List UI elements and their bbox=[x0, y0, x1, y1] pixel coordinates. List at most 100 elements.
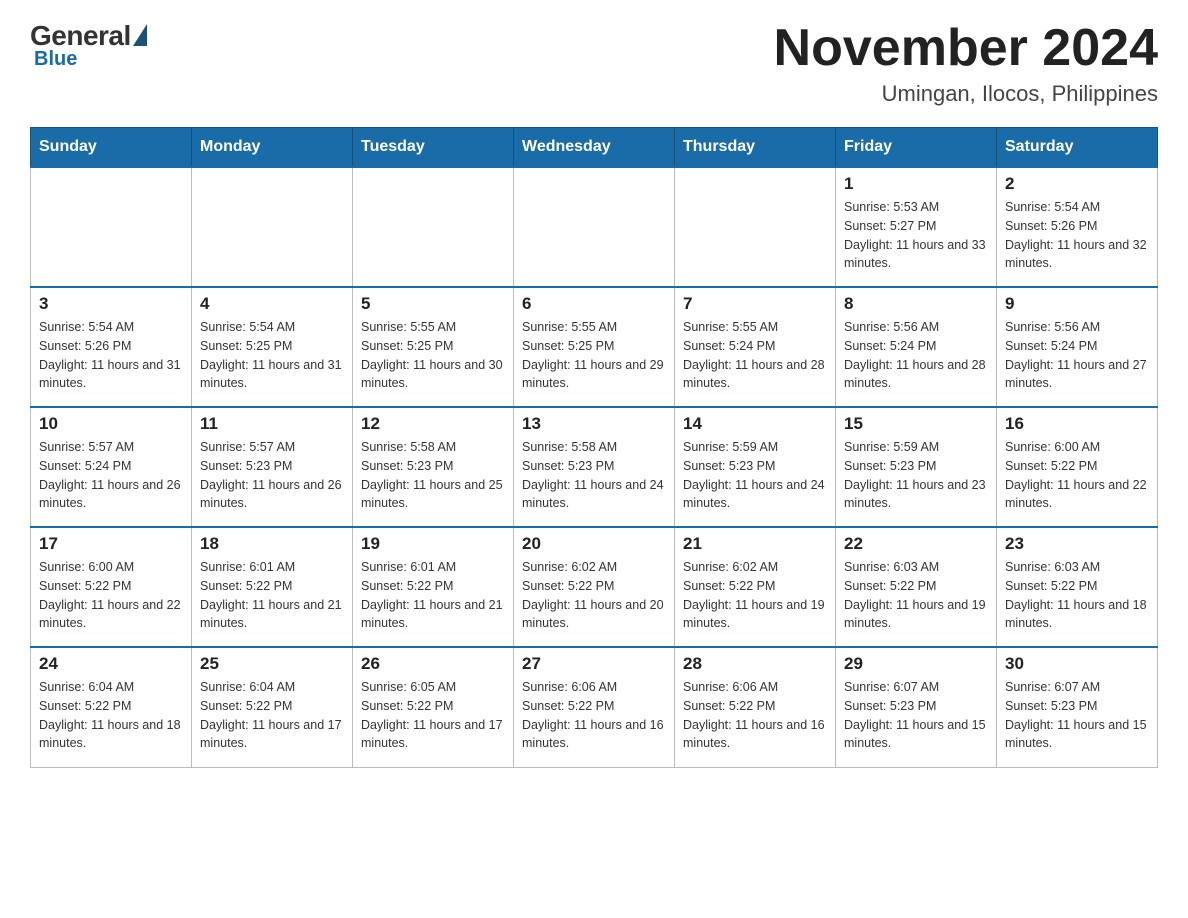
day-info: Sunrise: 6:00 AMSunset: 5:22 PMDaylight:… bbox=[1005, 438, 1149, 513]
calendar-cell: 1 Sunrise: 5:53 AMSunset: 5:27 PMDaylight… bbox=[836, 167, 997, 287]
calendar-cell: 21 Sunrise: 6:02 AMSunset: 5:22 PMDayligh… bbox=[675, 527, 836, 647]
weekday-header-row: SundayMondayTuesdayWednesdayThursdayFrid… bbox=[31, 128, 1158, 168]
calendar-cell: 25 Sunrise: 6:04 AMSunset: 5:22 PMDayligh… bbox=[192, 647, 353, 767]
calendar-cell: 2 Sunrise: 5:54 AMSunset: 5:26 PMDaylight… bbox=[997, 167, 1158, 287]
day-info: Sunrise: 6:05 AMSunset: 5:22 PMDaylight:… bbox=[361, 678, 505, 753]
calendar-header: SundayMondayTuesdayWednesdayThursdayFrid… bbox=[31, 128, 1158, 168]
calendar-cell: 27Sunrise: 6:06 AMSunset: 5:22 PMDayligh… bbox=[514, 647, 675, 767]
calendar-cell bbox=[192, 167, 353, 287]
day-number: 27 bbox=[522, 654, 666, 674]
calendar-cell: 9Sunrise: 5:56 AMSunset: 5:24 PMDaylight… bbox=[997, 287, 1158, 407]
calendar-cell bbox=[675, 167, 836, 287]
day-info: Sunrise: 5:55 AMSunset: 5:25 PMDaylight:… bbox=[361, 318, 505, 393]
calendar-cell: 10 Sunrise: 5:57 AMSunset: 5:24 PMDayligh… bbox=[31, 407, 192, 527]
day-info: Sunrise: 6:04 AMSunset: 5:22 PMDaylight:… bbox=[200, 678, 344, 753]
day-number: 3 bbox=[39, 294, 183, 314]
weekday-header-saturday: Saturday bbox=[997, 128, 1158, 168]
day-number: 6 bbox=[522, 294, 666, 314]
calendar-week-row: 3 Sunrise: 5:54 AMSunset: 5:26 PMDaylight… bbox=[31, 287, 1158, 407]
calendar-cell: 5 Sunrise: 5:55 AMSunset: 5:25 PMDaylight… bbox=[353, 287, 514, 407]
day-info: Sunrise: 5:54 AMSunset: 5:25 PMDaylight:… bbox=[200, 318, 344, 393]
day-number: 30 bbox=[1005, 654, 1149, 674]
day-number: 28 bbox=[683, 654, 827, 674]
calendar-body: 1 Sunrise: 5:53 AMSunset: 5:27 PMDaylight… bbox=[31, 167, 1158, 767]
calendar-cell: 3 Sunrise: 5:54 AMSunset: 5:26 PMDaylight… bbox=[31, 287, 192, 407]
day-number: 8 bbox=[844, 294, 988, 314]
day-number: 4 bbox=[200, 294, 344, 314]
day-info: Sunrise: 5:57 AMSunset: 5:23 PMDaylight:… bbox=[200, 438, 344, 513]
calendar-cell: 23Sunrise: 6:03 AMSunset: 5:22 PMDayligh… bbox=[997, 527, 1158, 647]
day-info: Sunrise: 5:58 AMSunset: 5:23 PMDaylight:… bbox=[522, 438, 666, 513]
calendar-cell: 29 Sunrise: 6:07 AMSunset: 5:23 PMDayligh… bbox=[836, 647, 997, 767]
calendar-cell bbox=[514, 167, 675, 287]
calendar-cell: 30 Sunrise: 6:07 AMSunset: 5:23 PMDayligh… bbox=[997, 647, 1158, 767]
calendar-table: SundayMondayTuesdayWednesdayThursdayFrid… bbox=[30, 127, 1158, 768]
logo: General Blue bbox=[30, 20, 147, 71]
day-number: 29 bbox=[844, 654, 988, 674]
calendar-cell: 17Sunrise: 6:00 AMSunset: 5:22 PMDayligh… bbox=[31, 527, 192, 647]
location-title: Umingan, Ilocos, Philippines bbox=[774, 81, 1158, 107]
calendar-cell: 16 Sunrise: 6:00 AMSunset: 5:22 PMDayligh… bbox=[997, 407, 1158, 527]
day-info: Sunrise: 6:01 AMSunset: 5:22 PMDaylight:… bbox=[361, 558, 505, 633]
day-number: 11 bbox=[200, 414, 344, 434]
page-header: General Blue November 2024 Umingan, Iloc… bbox=[30, 20, 1158, 107]
calendar-cell: 28 Sunrise: 6:06 AMSunset: 5:22 PMDayligh… bbox=[675, 647, 836, 767]
calendar-cell: 19 Sunrise: 6:01 AMSunset: 5:22 PMDayligh… bbox=[353, 527, 514, 647]
day-number: 5 bbox=[361, 294, 505, 314]
calendar-week-row: 1 Sunrise: 5:53 AMSunset: 5:27 PMDaylight… bbox=[31, 167, 1158, 287]
calendar-cell: 22Sunrise: 6:03 AMSunset: 5:22 PMDayligh… bbox=[836, 527, 997, 647]
calendar-cell: 4 Sunrise: 5:54 AMSunset: 5:25 PMDaylight… bbox=[192, 287, 353, 407]
day-info: Sunrise: 5:58 AMSunset: 5:23 PMDaylight:… bbox=[361, 438, 505, 513]
calendar-cell: 6 Sunrise: 5:55 AMSunset: 5:25 PMDaylight… bbox=[514, 287, 675, 407]
calendar-cell: 7Sunrise: 5:55 AMSunset: 5:24 PMDaylight… bbox=[675, 287, 836, 407]
weekday-header-wednesday: Wednesday bbox=[514, 128, 675, 168]
day-info: Sunrise: 5:54 AMSunset: 5:26 PMDaylight:… bbox=[39, 318, 183, 393]
calendar-cell: 18Sunrise: 6:01 AMSunset: 5:22 PMDayligh… bbox=[192, 527, 353, 647]
day-info: Sunrise: 6:00 AMSunset: 5:22 PMDaylight:… bbox=[39, 558, 183, 633]
day-info: Sunrise: 6:03 AMSunset: 5:22 PMDaylight:… bbox=[1005, 558, 1149, 633]
day-number: 18 bbox=[200, 534, 344, 554]
day-info: Sunrise: 6:02 AMSunset: 5:22 PMDaylight:… bbox=[522, 558, 666, 633]
calendar-cell: 13 Sunrise: 5:58 AMSunset: 5:23 PMDayligh… bbox=[514, 407, 675, 527]
day-info: Sunrise: 5:59 AMSunset: 5:23 PMDaylight:… bbox=[844, 438, 988, 513]
day-number: 2 bbox=[1005, 174, 1149, 194]
title-section: November 2024 Umingan, Ilocos, Philippin… bbox=[774, 20, 1158, 107]
calendar-cell bbox=[31, 167, 192, 287]
day-info: Sunrise: 5:56 AMSunset: 5:24 PMDaylight:… bbox=[844, 318, 988, 393]
day-number: 14 bbox=[683, 414, 827, 434]
calendar-cell: 15 Sunrise: 5:59 AMSunset: 5:23 PMDayligh… bbox=[836, 407, 997, 527]
day-number: 25 bbox=[200, 654, 344, 674]
day-number: 13 bbox=[522, 414, 666, 434]
logo-triangle-icon bbox=[133, 24, 147, 46]
day-info: Sunrise: 6:06 AMSunset: 5:22 PMDaylight:… bbox=[683, 678, 827, 753]
logo-blue-text: Blue bbox=[34, 48, 77, 71]
calendar-cell: 11 Sunrise: 5:57 AMSunset: 5:23 PMDayligh… bbox=[192, 407, 353, 527]
day-info: Sunrise: 5:54 AMSunset: 5:26 PMDaylight:… bbox=[1005, 198, 1149, 273]
calendar-week-row: 10 Sunrise: 5:57 AMSunset: 5:24 PMDayligh… bbox=[31, 407, 1158, 527]
day-info: Sunrise: 6:07 AMSunset: 5:23 PMDaylight:… bbox=[844, 678, 988, 753]
day-number: 15 bbox=[844, 414, 988, 434]
day-info: Sunrise: 5:57 AMSunset: 5:24 PMDaylight:… bbox=[39, 438, 183, 513]
weekday-header-friday: Friday bbox=[836, 128, 997, 168]
calendar-cell: 24Sunrise: 6:04 AMSunset: 5:22 PMDayligh… bbox=[31, 647, 192, 767]
day-number: 16 bbox=[1005, 414, 1149, 434]
day-number: 10 bbox=[39, 414, 183, 434]
day-info: Sunrise: 6:02 AMSunset: 5:22 PMDaylight:… bbox=[683, 558, 827, 633]
day-info: Sunrise: 6:04 AMSunset: 5:22 PMDaylight:… bbox=[39, 678, 183, 753]
day-number: 19 bbox=[361, 534, 505, 554]
day-number: 12 bbox=[361, 414, 505, 434]
day-info: Sunrise: 5:53 AMSunset: 5:27 PMDaylight:… bbox=[844, 198, 988, 273]
day-info: Sunrise: 5:55 AMSunset: 5:25 PMDaylight:… bbox=[522, 318, 666, 393]
calendar-cell: 14Sunrise: 5:59 AMSunset: 5:23 PMDayligh… bbox=[675, 407, 836, 527]
day-number: 21 bbox=[683, 534, 827, 554]
calendar-cell bbox=[353, 167, 514, 287]
weekday-header-thursday: Thursday bbox=[675, 128, 836, 168]
day-number: 20 bbox=[522, 534, 666, 554]
day-info: Sunrise: 5:55 AMSunset: 5:24 PMDaylight:… bbox=[683, 318, 827, 393]
day-info: Sunrise: 6:07 AMSunset: 5:23 PMDaylight:… bbox=[1005, 678, 1149, 753]
month-title: November 2024 bbox=[774, 20, 1158, 77]
day-info: Sunrise: 6:03 AMSunset: 5:22 PMDaylight:… bbox=[844, 558, 988, 633]
day-number: 1 bbox=[844, 174, 988, 194]
calendar-cell: 20 Sunrise: 6:02 AMSunset: 5:22 PMDayligh… bbox=[514, 527, 675, 647]
weekday-header-tuesday: Tuesday bbox=[353, 128, 514, 168]
